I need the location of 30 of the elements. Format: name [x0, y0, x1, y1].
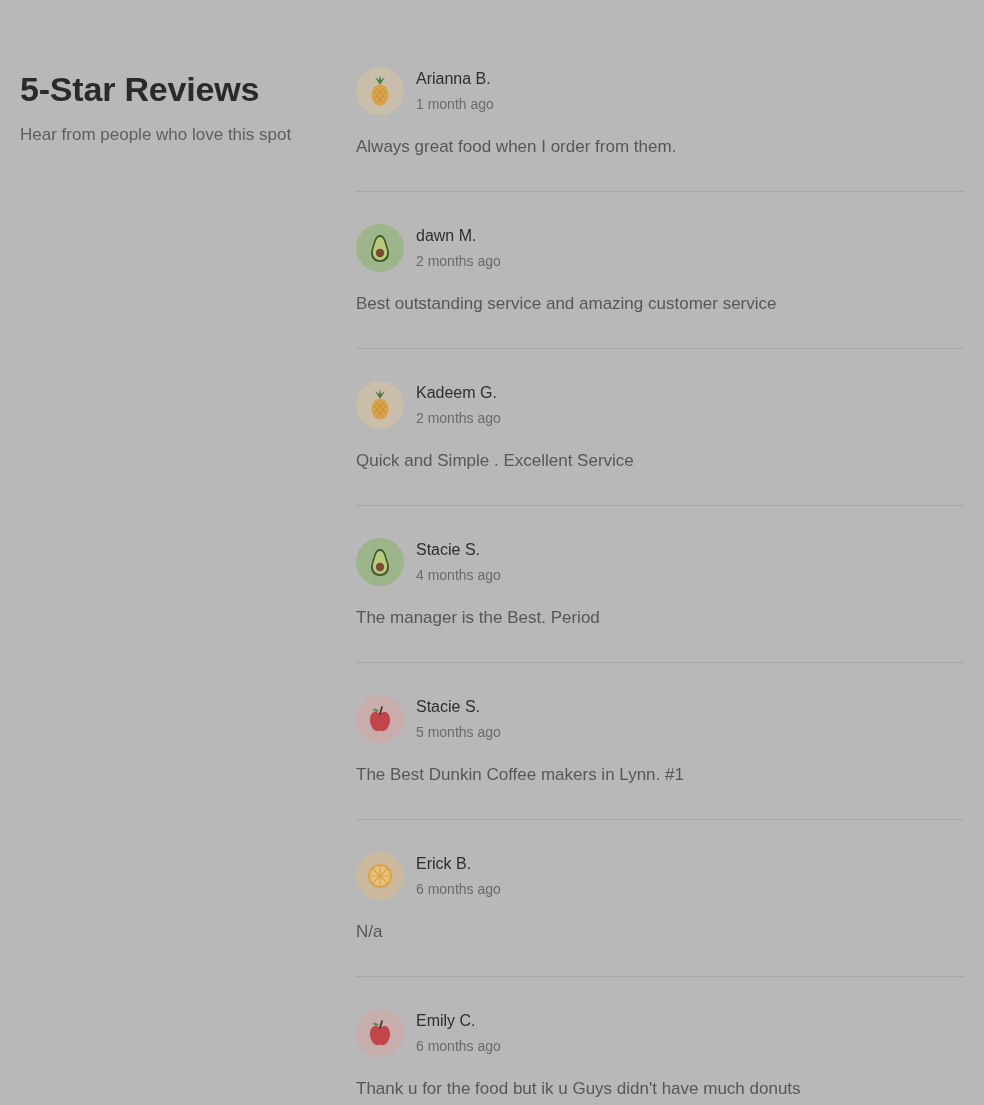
review-date: 2 months ago: [416, 409, 501, 427]
citrus-slice-icon: [356, 852, 404, 900]
review-text: Best outstanding service and amazing customer service: [356, 293, 777, 315]
reviewer-name: Emily C.: [416, 1011, 476, 1031]
review-text: The Best Dunkin Coffee makers in Lynn. #1: [356, 764, 684, 786]
review-text: The manager is the Best. Period: [356, 607, 600, 629]
reviewer-name: Arianna B.: [416, 69, 491, 89]
reviewer-name: Kadeem G.: [416, 383, 497, 403]
review-text: Thank u for the food but ik u Guys didn't have much donuts: [356, 1078, 801, 1100]
review-text: Always great food when I order from them.: [356, 136, 677, 158]
page-title: 5-Star Reviews: [20, 69, 260, 109]
review-date: 4 months ago: [416, 566, 501, 584]
review-text: N/a: [356, 921, 383, 943]
apple-icon: [356, 695, 404, 743]
reviewer-name: Erick B.: [416, 854, 472, 874]
reviewer-name: dawn M.: [416, 226, 477, 246]
review-date: 6 months ago: [416, 1037, 501, 1055]
review-date: 2 months ago: [416, 252, 501, 270]
review-date: 6 months ago: [416, 880, 501, 898]
reviewer-name: Stacie S.: [416, 540, 481, 560]
review-text: Quick and Simple . Excellent Service: [356, 450, 634, 472]
pineapple-icon: [356, 67, 404, 115]
reviewer-name: Stacie S.: [416, 697, 481, 717]
avocado-icon: [356, 538, 404, 586]
avocado-icon: [356, 224, 404, 272]
review-date: 5 months ago: [416, 723, 501, 741]
review-date: 1 month ago: [416, 95, 494, 113]
pineapple-icon: [356, 381, 404, 429]
page-subtitle: Hear from people who love this spot: [20, 124, 292, 146]
apple-icon: [356, 1009, 404, 1057]
